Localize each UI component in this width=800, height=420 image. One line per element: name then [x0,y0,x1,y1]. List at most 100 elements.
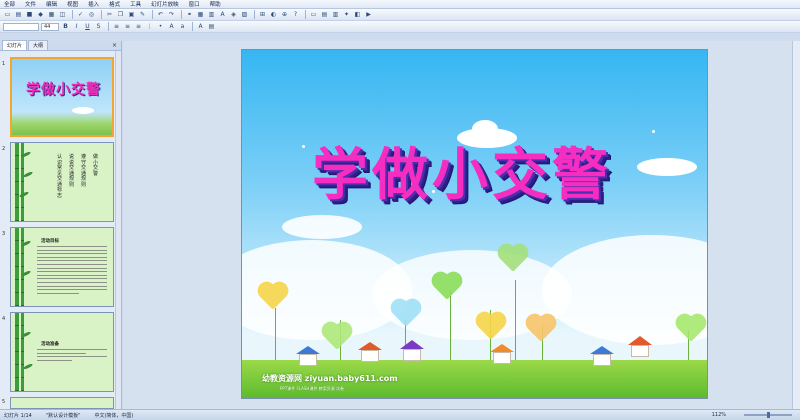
house-decoration [631,345,649,357]
thumbnail-item: 做小交警 [93,154,99,177]
text-box-icon[interactable]: A [218,10,227,19]
zoom-level: 112% [711,412,726,418]
align-right-icon[interactable]: ≡ [134,22,143,31]
bamboo-decoration [15,313,19,391]
save-icon[interactable]: ■ [25,10,34,19]
decrease-font-icon[interactable]: a [178,22,187,31]
close-icon[interactable]: × [112,42,117,49]
current-slide[interactable]: 学做小交警 幼教资源网 ziyuan.baby611.com PPT课件 FLA… [241,49,708,399]
chart-icon[interactable]: ▥ [207,10,216,19]
italic-icon[interactable]: I [72,22,81,31]
new-slide-icon[interactable]: ▭ [309,10,318,19]
align-center-icon[interactable]: ≡ [123,22,132,31]
paste-icon[interactable]: ▣ [127,10,136,19]
increase-font-icon[interactable]: A [167,22,176,31]
table-icon[interactable]: ▦ [196,10,205,19]
new-icon[interactable]: ▭ [3,10,12,19]
menu-slideshow[interactable]: 幻灯片放映 [151,0,179,8]
heart-balloon [528,316,554,342]
design-icon[interactable]: ▤ [320,10,329,19]
slideshow-icon[interactable]: ▶ [364,10,373,19]
sparkle-decoration [302,145,305,148]
transition-icon[interactable]: ◧ [353,10,362,19]
slide-thumbnail-5[interactable] [10,397,114,409]
align-left-icon[interactable]: ≡ [112,22,121,31]
design-pane-icon[interactable]: ▤ [207,22,216,31]
toolbar-separator [152,10,153,19]
menu-all[interactable]: 全部 [4,0,15,8]
menu-tools[interactable]: 工具 [130,0,141,8]
undo-icon[interactable]: ↶ [156,10,165,19]
preview-icon[interactable]: ◫ [58,10,67,19]
slide-thumbnail-3[interactable]: 活动目标 [10,227,114,307]
format-painter-icon[interactable]: ✎ [138,10,147,19]
menu-help[interactable]: 帮助 [210,0,221,8]
help-icon[interactable]: ? [291,10,300,19]
thumbnail-title: 学做小交警 [26,82,101,98]
research-icon[interactable]: ◎ [87,10,96,19]
slides-panel: 幻灯片 大纲 × 1 学做小交警 2 认识常见交通标志 说说交通规则 遵守交通规… [0,40,122,409]
cloud-decoration [637,158,697,176]
tab-outline[interactable]: 大纲 [28,40,49,50]
color-icon[interactable]: ◐ [269,10,278,19]
font-name-field[interactable] [3,22,39,31]
font-color-icon[interactable]: A [196,22,205,31]
watermark-subtext: PPT课件 FLASH课件 教案资源 试卷 [280,386,344,391]
spelling-icon[interactable]: ✓ [76,10,85,19]
sparkle-decoration [652,130,655,133]
slide-thumbnail-2[interactable]: 认识常见交通标志 说说交通规则 遵守交通规则 做小交警 [10,142,114,222]
animation-icon[interactable]: ✦ [342,10,351,19]
hyperlink-icon[interactable]: ⚭ [185,10,194,19]
font-size-field[interactable]: 44 [41,22,59,31]
slide-title[interactable]: 学做小交警 [312,130,612,211]
menu-format[interactable]: 格式 [109,0,120,8]
toolbar-separator [72,10,73,19]
panel-scrollbar[interactable] [115,51,121,409]
house-decoration [403,349,421,361]
zoom-icon[interactable]: ⊕ [280,10,289,19]
bullets-icon[interactable]: • [156,22,165,31]
house-roof [628,336,652,345]
slide-editor: 学做小交警 幼教资源网 ziyuan.baby611.com PPT课件 FLA… [123,41,800,409]
leaf-decoration [22,363,34,370]
thumbnail-heading: 活动准备 [41,342,59,347]
language-indicator: 中文(简体，中国) [94,412,134,419]
toolbar-separator [254,10,255,19]
menu-window[interactable]: 窗口 [189,0,200,8]
slide-thumbnail-1[interactable]: 学做小交警 [10,57,114,137]
house-decoration [361,350,379,362]
numbering-icon[interactable]: ⋮ [145,22,154,31]
thumbnail-number: 2 [2,146,6,152]
vertical-scrollbar[interactable] [792,41,800,409]
bold-icon[interactable]: B [61,22,70,31]
slide-thumbnail-4[interactable]: 活动准备 [10,312,114,392]
layout-icon[interactable]: ▥ [331,10,340,19]
cut-icon[interactable]: ✂ [105,10,114,19]
permission-icon[interactable]: ◆ [36,10,45,19]
menu-view[interactable]: 视图 [67,0,78,8]
formatting-toolbar: 44 B I U S ≡ ≡ ≡ ⋮ • A a A ▤ [0,21,800,33]
print-icon[interactable]: ▦ [47,10,56,19]
redo-icon[interactable]: ↷ [167,10,176,19]
zoom-slider-knob[interactable] [767,412,770,418]
panel-tabs: 幻灯片 大纲 [0,40,121,51]
wordart-icon[interactable]: ◈ [229,10,238,19]
text-lines [37,246,107,296]
copy-icon[interactable]: ❐ [116,10,125,19]
watermark-text: 幼教资源网 ziyuan.baby611.com [262,374,398,383]
bamboo-decoration [21,313,24,391]
picture-icon[interactable]: ▨ [240,10,249,19]
shadow-icon[interactable]: S [94,22,103,31]
balloon-stem [450,290,451,360]
open-icon[interactable]: ▤ [14,10,23,19]
slide-counter: 幻灯片 1/14 [4,412,32,419]
underline-icon[interactable]: U [83,22,92,31]
thumbnail-item: 遵守交通规则 [81,154,87,188]
menu-insert[interactable]: 插入 [88,0,99,8]
menu-edit[interactable]: 编辑 [46,0,57,8]
toolbar-separator [181,10,182,19]
grid-icon[interactable]: ⊞ [258,10,267,19]
standard-toolbar: ▭ ▤ ■ ◆ ▦ ◫ ✓ ◎ ✂ ❐ ▣ ✎ ↶ ↷ ⚭ ▦ ▥ A ◈ ▨ … [0,9,800,21]
tab-slides[interactable]: 幻灯片 [2,40,28,50]
menu-file[interactable]: 文件 [25,0,36,8]
